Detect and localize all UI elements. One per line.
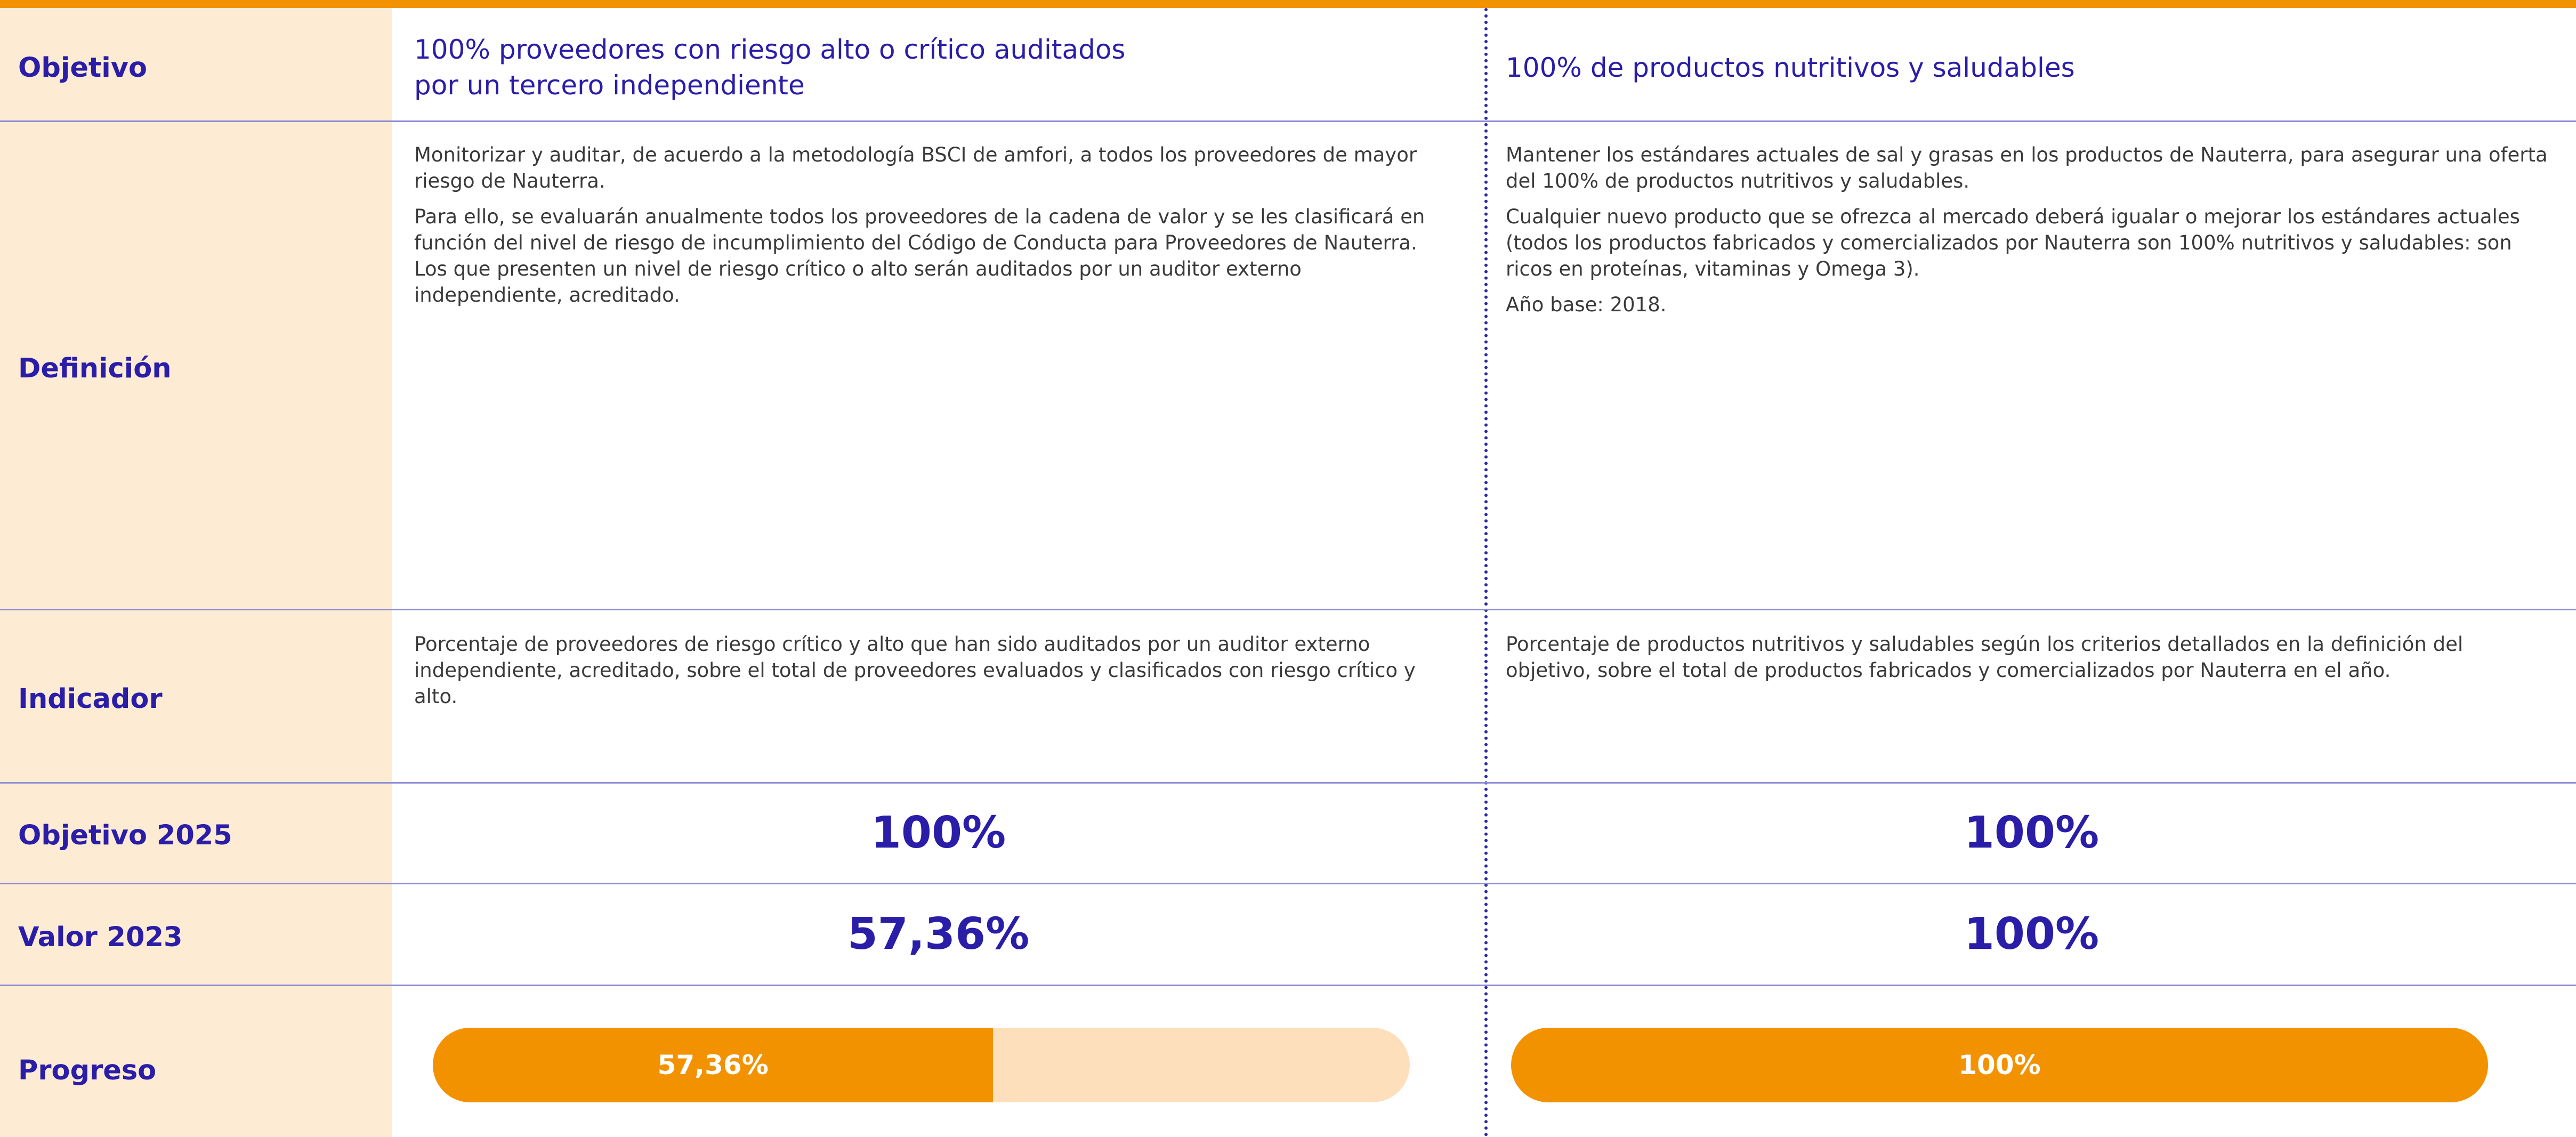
- definition-paragraph: Monitorizar y auditar, de acuerdo a la m…: [414, 143, 1417, 192]
- row-divider: [0, 609, 2576, 610]
- progress-label-col2: 100%: [1958, 1050, 2041, 1080]
- objetivo-2025-value-col1: 100%: [870, 808, 1006, 858]
- row-divider: [0, 985, 2576, 986]
- row-label-definicion: Definición: [18, 353, 172, 384]
- progress-bar-col1: 57,36%: [433, 1028, 1410, 1102]
- objective-title-line1: 100% de productos nutritivos y saludable…: [1506, 52, 2075, 83]
- definition-col1: Monitorizar y auditar, de acuerdo a la m…: [414, 142, 1443, 318]
- definition-paragraph: Cualquier nuevo producto que se ofrezca …: [1506, 205, 2520, 280]
- definition-paragraph: Mantener los estándares actuales de sal …: [1506, 143, 2548, 192]
- definition-paragraph: Para ello, se evaluarán anualmente todos…: [414, 205, 1425, 307]
- definition-col2: Mantener los estándares actuales de sal …: [1506, 142, 2550, 327]
- definition-paragraph: Año base: 2018.: [1506, 293, 1667, 316]
- row-divider: [0, 883, 2576, 884]
- progress-bar-col2: 100%: [1511, 1028, 2488, 1102]
- objetivo-2025-value-col2: 100%: [1964, 808, 2099, 858]
- row-divider: [0, 782, 2576, 784]
- valor-2023-value-col2: 100%: [1964, 909, 2099, 959]
- row-label-column: [0, 8, 392, 1137]
- row-label-valor-2023: Valor 2023: [18, 922, 183, 953]
- objective-title-col1: 100% proveedores con riesgo alto o críti…: [414, 32, 1459, 103]
- row-divider: [0, 120, 2576, 122]
- indicator-col2: Porcentaje de productos nutritivos y sal…: [1506, 633, 2464, 682]
- row-label-objetivo: Objetivo: [18, 52, 148, 84]
- row-label-indicador: Indicador: [18, 683, 163, 715]
- top-accent-bar: [0, 0, 2576, 8]
- kpi-table-page: Objetivo Definición Indicador Objetivo 2…: [0, 0, 2576, 1137]
- objective-title-col2: 100% de productos nutritivos y saludable…: [1506, 50, 2550, 86]
- progress-label-col1: 57,36%: [657, 1050, 769, 1080]
- valor-2023-value-col1: 57,36%: [847, 909, 1030, 959]
- row-label-objetivo-2025: Objetivo 2025: [18, 820, 232, 851]
- row-label-progreso: Progreso: [18, 1055, 157, 1086]
- column-divider: [1484, 8, 1488, 1137]
- objective-title-line2: por un tercero independiente: [414, 70, 805, 101]
- objective-title-line1: 100% proveedores con riesgo alto o críti…: [414, 34, 1126, 65]
- indicator-col1: Porcentaje de proveedores de riesgo crít…: [414, 633, 1416, 708]
